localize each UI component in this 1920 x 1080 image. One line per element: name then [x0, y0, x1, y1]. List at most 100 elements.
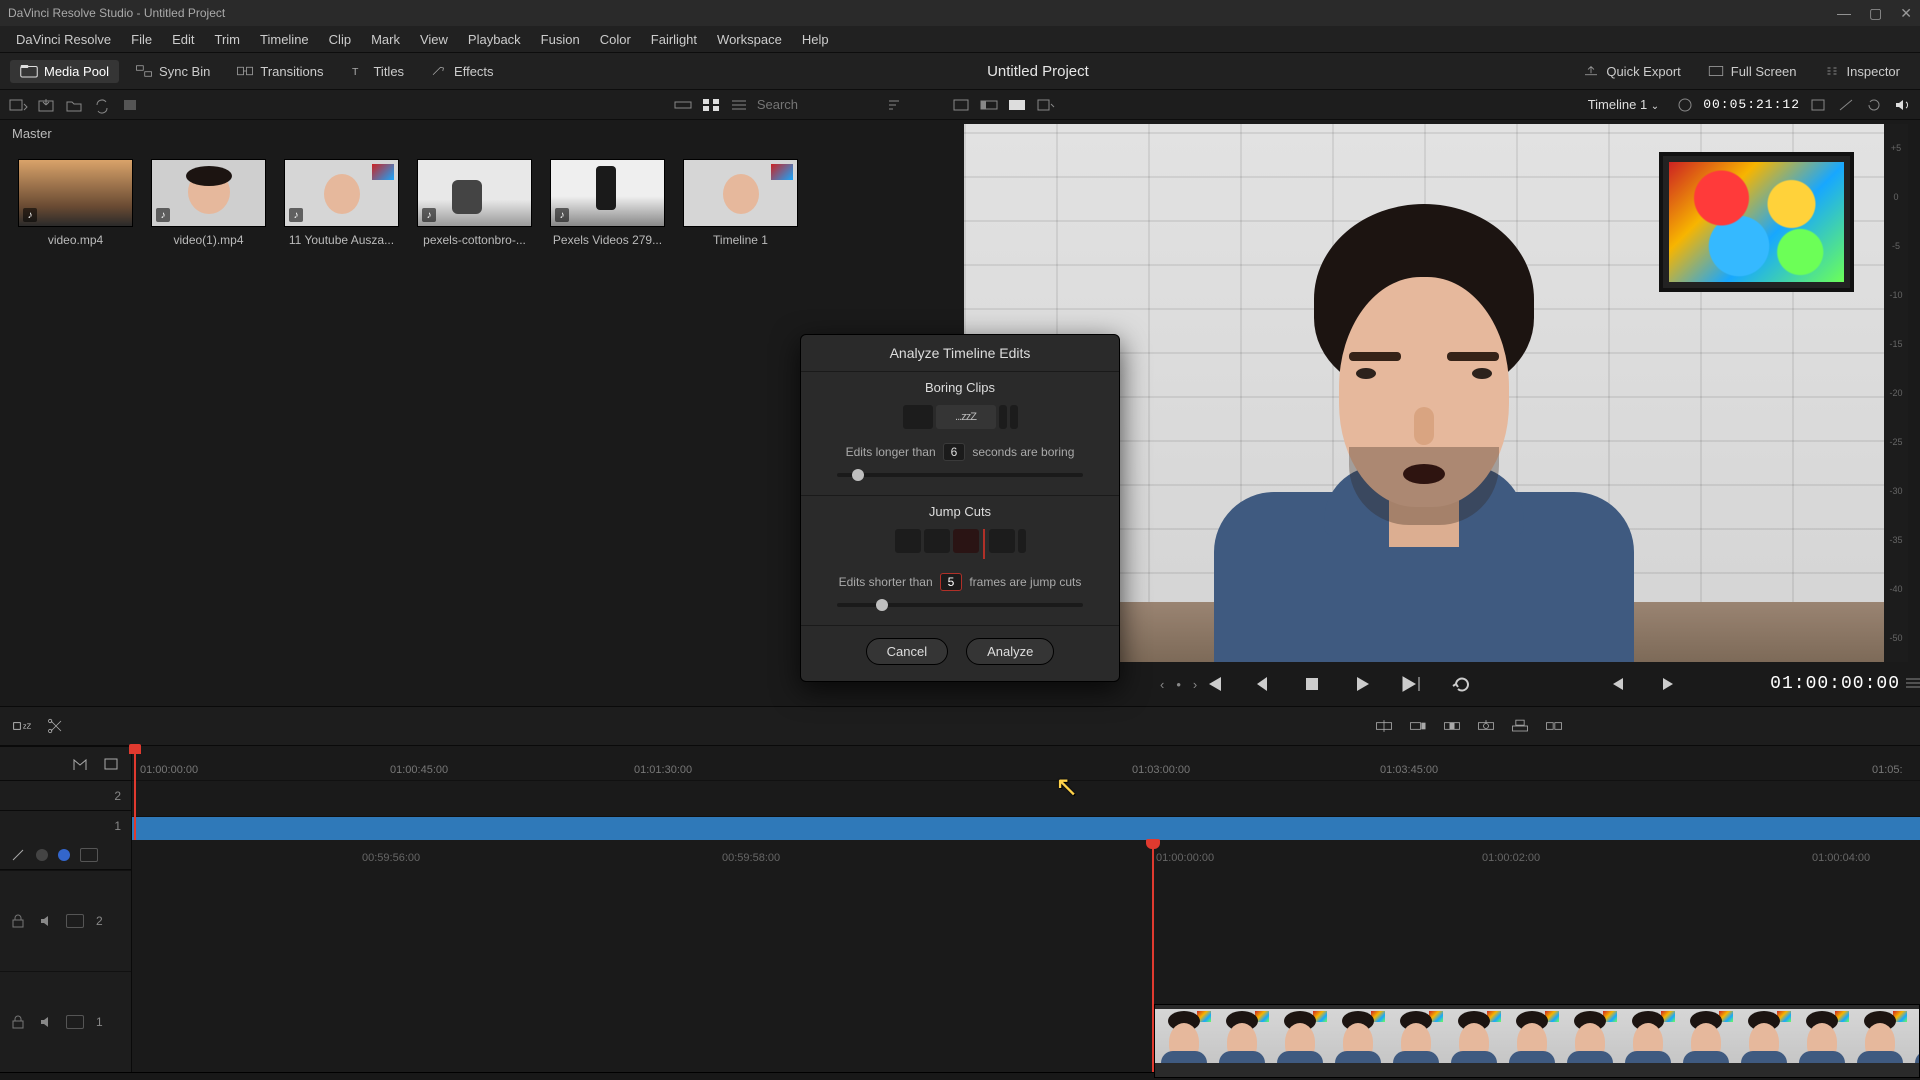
bin-clip[interactable]: Timeline 1 — [683, 159, 798, 247]
boring-seconds-input[interactable]: 6 — [943, 443, 965, 461]
viewer-options-icon[interactable] — [1035, 96, 1055, 114]
metadata-view-icon[interactable] — [120, 96, 140, 114]
upper-playhead[interactable] — [134, 746, 136, 840]
track-enable-icon[interactable] — [66, 914, 84, 928]
upper-track-v1-clip[interactable] — [132, 816, 1920, 840]
loop-icon[interactable] — [1450, 672, 1474, 696]
timeline-mode-b-icon[interactable] — [101, 755, 121, 773]
menu-item[interactable]: Help — [792, 29, 839, 50]
upper-timeline[interactable]: 2 1 01:00:00:00 01:00:45:00 01:01:30:00 … — [0, 746, 1920, 840]
split-clip-icon[interactable] — [46, 717, 66, 735]
track-number[interactable]: 2 — [96, 914, 103, 928]
strip-view-icon[interactable] — [673, 96, 693, 114]
loop-option-icon[interactable] — [1864, 96, 1884, 114]
cancel-button[interactable]: Cancel — [866, 638, 948, 665]
jump-frames-input[interactable]: 5 — [940, 573, 962, 591]
titles-button[interactable]: T Titles — [339, 60, 414, 83]
record-timecode[interactable]: 01:00:00:00 — [1770, 674, 1900, 694]
track-enable-icon[interactable] — [66, 1015, 84, 1029]
jump-slider[interactable] — [837, 603, 1083, 607]
prev-edit-icon[interactable]: ‹ — [1160, 677, 1164, 692]
window-minimize-icon[interactable]: — — [1837, 5, 1851, 22]
source-viewer-icon[interactable] — [951, 96, 971, 114]
menu-item[interactable]: Playback — [458, 29, 531, 50]
bin-clip[interactable]: ♪ video(1).mp4 — [151, 159, 266, 247]
menu-item[interactable]: Edit — [162, 29, 204, 50]
play-icon[interactable] — [1350, 672, 1374, 696]
menu-item[interactable]: Trim — [205, 29, 251, 50]
lower-playhead[interactable] — [1152, 840, 1154, 1072]
inspector-button[interactable]: Inspector — [1813, 60, 1910, 83]
effects-button[interactable]: Effects — [420, 60, 504, 83]
lower-timeline[interactable]: 2 1 00:59:56:00 00:59:58:00 01:00:00:00 … — [0, 840, 1920, 1072]
timeline-clip[interactable] — [1154, 1004, 1920, 1078]
next-frame-icon[interactable] — [1400, 672, 1424, 696]
place-on-top-icon[interactable] — [1510, 717, 1530, 735]
import-folder-icon[interactable] — [64, 96, 84, 114]
track-number[interactable]: 2 — [114, 789, 121, 803]
upper-ruler[interactable]: 01:00:00:00 01:00:45:00 01:01:30:00 01:0… — [132, 746, 1920, 780]
ripple-overwrite-icon[interactable] — [1442, 717, 1462, 735]
snap-icon[interactable] — [80, 848, 98, 862]
timeline-name-dropdown[interactable]: Timeline 1 ⌄ — [1588, 97, 1660, 112]
media-pool-button[interactable]: Media Pool — [10, 60, 119, 83]
menu-item[interactable]: Color — [590, 29, 641, 50]
track-lock-icon[interactable] — [10, 1015, 26, 1029]
window-maximize-icon[interactable]: ▢ — [1869, 5, 1882, 22]
prev-frame-icon[interactable] — [1250, 672, 1274, 696]
safe-area-icon[interactable] — [1675, 96, 1695, 114]
tools-icon[interactable] — [1808, 96, 1828, 114]
menu-item[interactable]: Mark — [361, 29, 410, 50]
bin-clip[interactable]: ♪ Pexels Videos 279... — [550, 159, 665, 247]
sync-bin-button[interactable]: Sync Bin — [125, 60, 220, 83]
sync-clips-icon[interactable] — [92, 96, 112, 114]
track-mute-icon[interactable] — [38, 1015, 54, 1029]
sort-icon[interactable] — [885, 96, 905, 114]
source-timecode[interactable]: 00:05:21:12 — [1703, 97, 1800, 112]
bin-clip[interactable]: ♪ video.mp4 — [18, 159, 133, 247]
timeline-viewer-icon[interactable] — [1007, 96, 1027, 114]
stop-icon[interactable] — [1300, 672, 1324, 696]
menu-item[interactable]: Fairlight — [641, 29, 707, 50]
menu-item[interactable]: Clip — [319, 29, 361, 50]
bin-clip[interactable]: ♪ pexels-cottonbro-... — [417, 159, 532, 247]
menu-item[interactable]: Workspace — [707, 29, 792, 50]
menu-item[interactable]: DaVinci Resolve — [6, 29, 121, 50]
free-playhead-icon[interactable] — [36, 849, 48, 861]
upper-track-v2[interactable] — [132, 780, 1920, 804]
search-input[interactable] — [757, 97, 877, 112]
append-icon[interactable] — [1408, 717, 1428, 735]
next-edit-icon[interactable]: › — [1193, 677, 1197, 692]
track-number[interactable]: 1 — [114, 819, 121, 833]
bin-label[interactable]: Master — [0, 120, 960, 147]
bin-clip[interactable]: ♪ 11 Youtube Ausza... — [284, 159, 399, 247]
lower-track-v1[interactable] — [132, 964, 1920, 1072]
timeline-options-icon[interactable] — [1904, 676, 1920, 690]
thumbnail-view-icon[interactable] — [701, 96, 721, 114]
bypass-icon[interactable] — [1836, 96, 1856, 114]
mute-icon[interactable] — [1892, 96, 1912, 114]
boring-slider[interactable] — [837, 473, 1083, 477]
smart-insert-icon[interactable] — [1374, 717, 1394, 735]
track-mute-icon[interactable] — [38, 914, 54, 928]
list-view-icon[interactable] — [729, 96, 749, 114]
close-up-icon[interactable] — [1476, 717, 1496, 735]
fixed-playhead-icon[interactable] — [58, 849, 70, 861]
source-overwrite-icon[interactable] — [1544, 717, 1564, 735]
timeline-mode-a-icon[interactable] — [71, 755, 91, 773]
analyze-button[interactable]: Analyze — [966, 638, 1054, 665]
quick-export-button[interactable]: Quick Export — [1572, 60, 1690, 83]
window-close-icon[interactable]: ✕ — [1900, 5, 1912, 22]
menu-item[interactable]: File — [121, 29, 162, 50]
mark-in-icon[interactable] — [1606, 672, 1630, 696]
boring-detector-icon[interactable]: zZ — [12, 717, 32, 735]
menu-item[interactable]: View — [410, 29, 458, 50]
menu-item[interactable]: Timeline — [250, 29, 319, 50]
transitions-button[interactable]: Transitions — [226, 60, 333, 83]
lock-playhead-icon[interactable] — [10, 848, 26, 862]
lower-ruler[interactable]: 00:59:56:00 00:59:58:00 01:00:00:00 01:0… — [132, 840, 1920, 870]
go-start-icon[interactable] — [1200, 672, 1224, 696]
menu-item[interactable]: Fusion — [531, 29, 590, 50]
track-lock-icon[interactable] — [10, 914, 26, 928]
mark-out-icon[interactable] — [1656, 672, 1680, 696]
